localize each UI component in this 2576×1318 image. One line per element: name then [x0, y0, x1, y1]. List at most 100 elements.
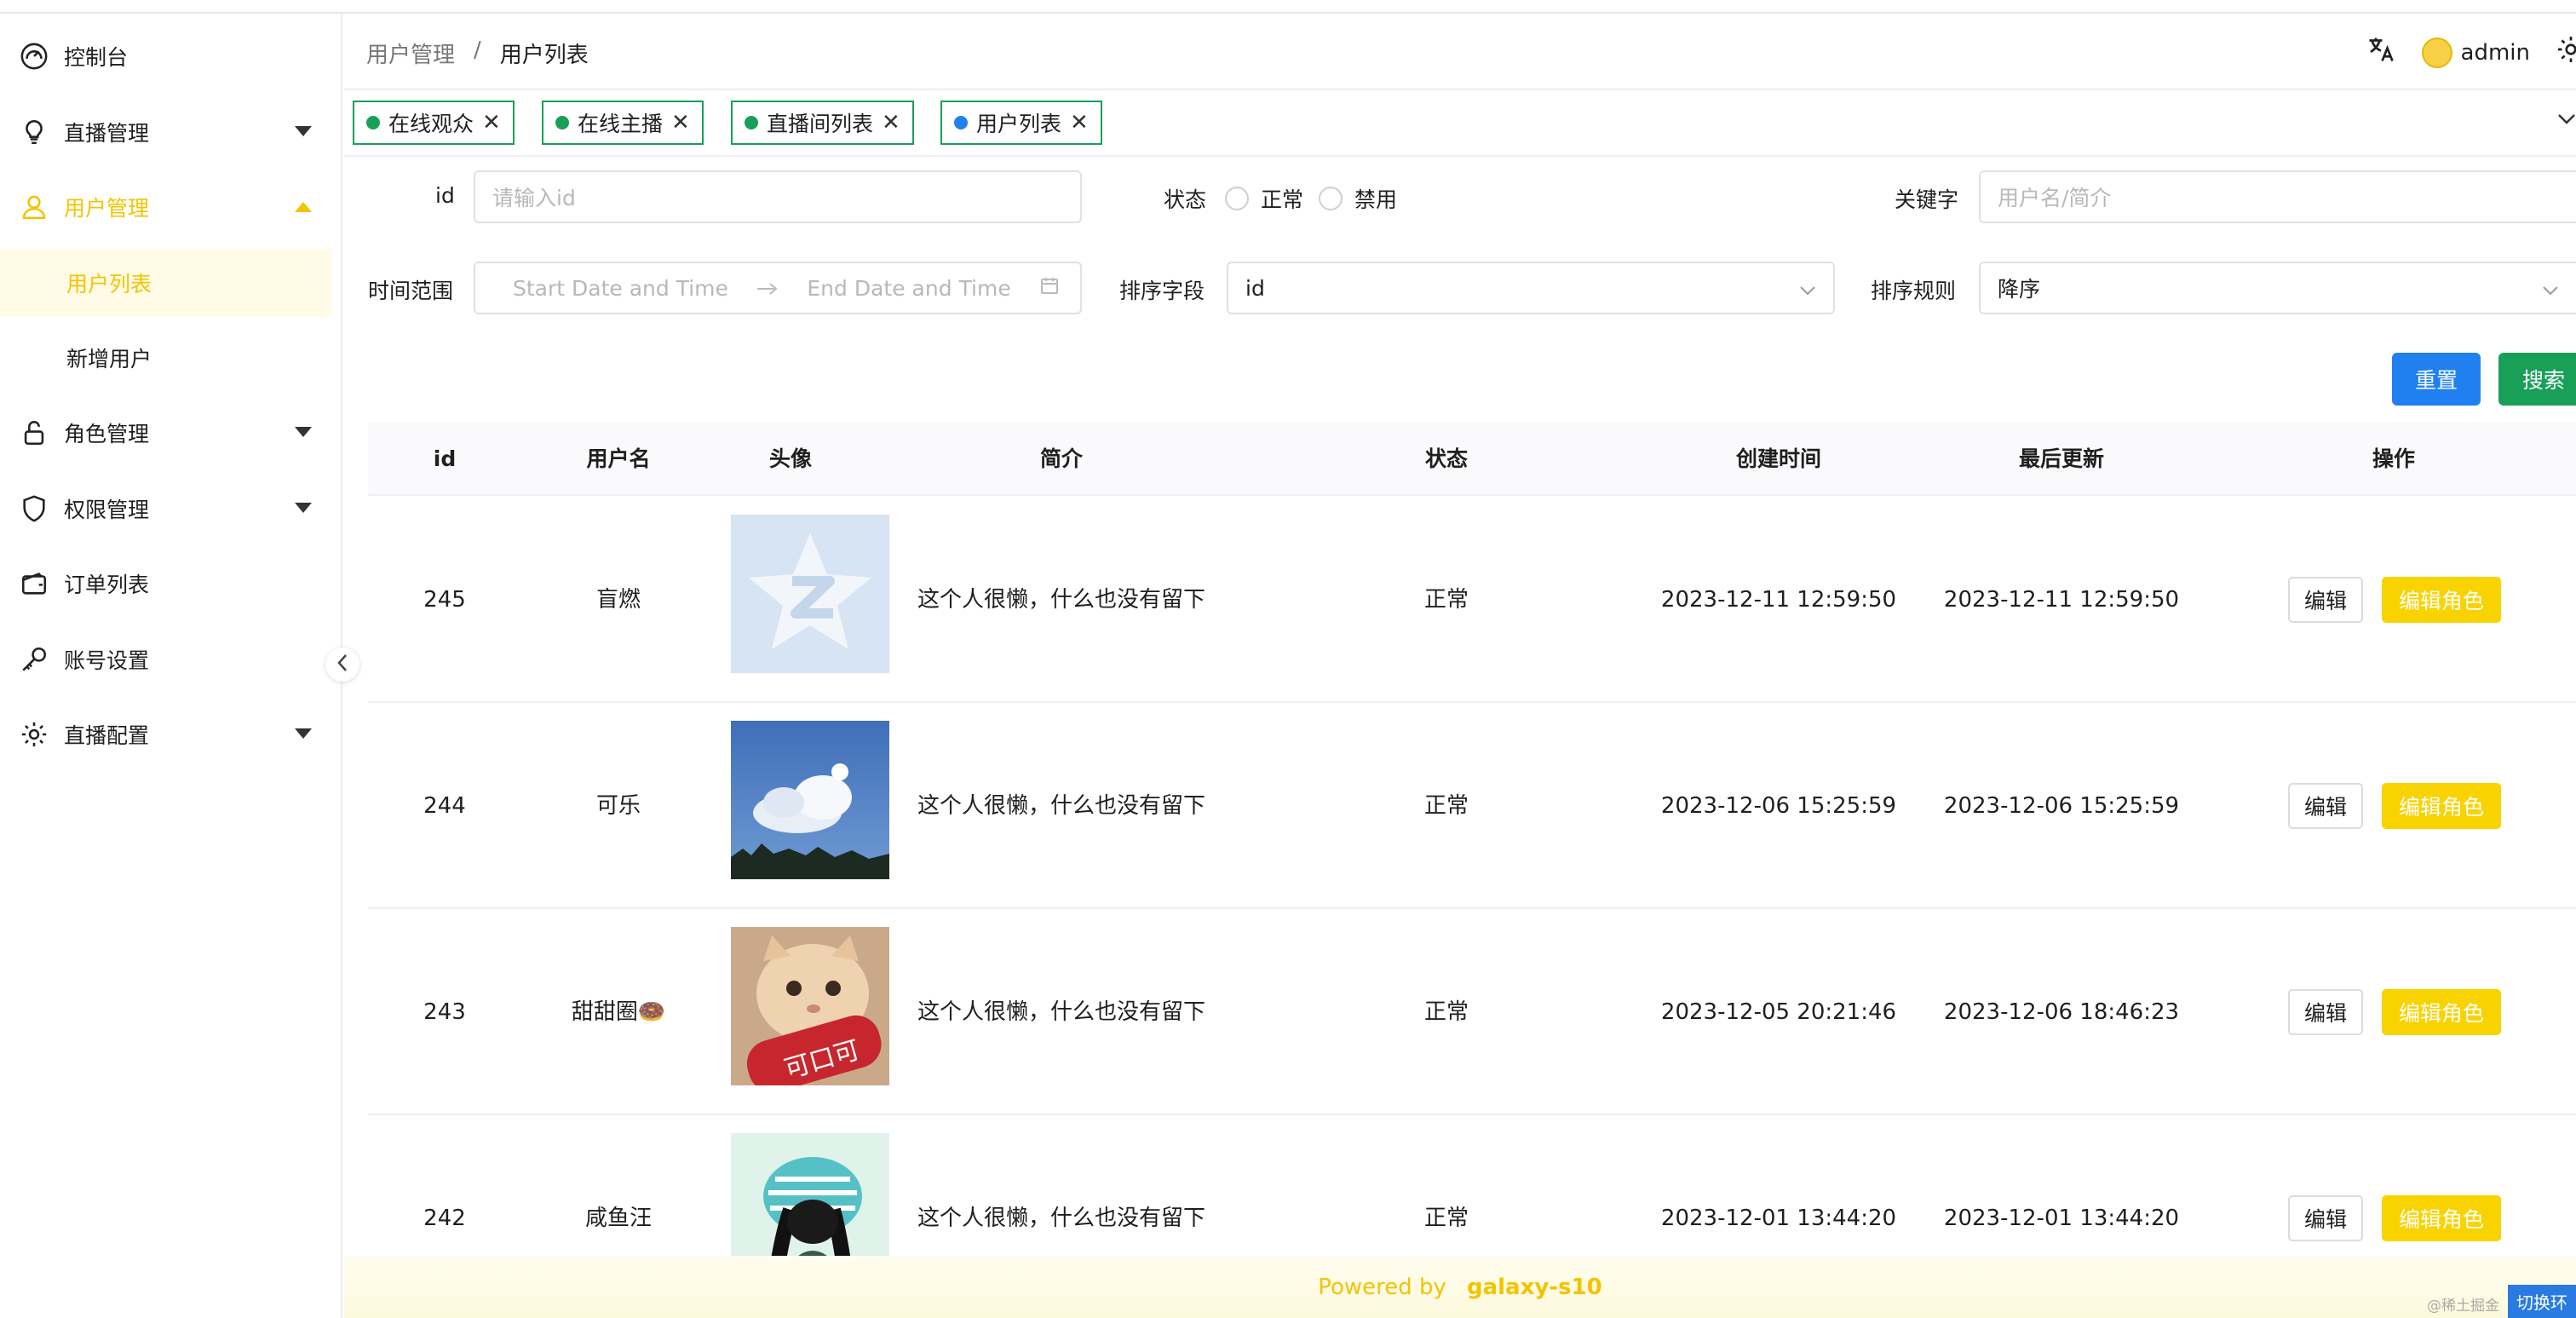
- edit-role-button[interactable]: 编辑角色: [2382, 989, 2501, 1035]
- translate-icon[interactable]: [2366, 34, 2396, 71]
- avatar: [2421, 37, 2452, 68]
- sidebar-subitem-user-list[interactable]: 用户列表: [0, 249, 332, 317]
- column-header-created: 创建时间: [1735, 446, 1822, 471]
- column-header-updated: 最后更新: [2018, 446, 2105, 471]
- caret-down-icon: [292, 121, 314, 143]
- start-date-placeholder[interactable]: Start Date and Time: [513, 276, 728, 301]
- watermark-text: @稀土掘金: [2427, 1298, 2499, 1315]
- breadcrumb-separator: /: [474, 37, 481, 63]
- sidebar-item-permission-management[interactable]: 权限管理: [0, 475, 332, 543]
- reset-button[interactable]: 重置: [2392, 353, 2481, 406]
- caret-up-icon: [292, 196, 314, 218]
- sidebar-subitem-add-user[interactable]: 新增用户: [0, 324, 332, 392]
- tabs-bar: 在线观众 ✕ 在线主播 ✕ 直播间列表 ✕ 用户列表 ✕: [344, 92, 2576, 157]
- status-dot: [954, 116, 968, 129]
- edit-role-button[interactable]: 编辑角色: [2382, 1195, 2501, 1241]
- settings-gear-icon[interactable]: [2556, 34, 2576, 71]
- sidebar-item-dashboard[interactable]: 控制台: [0, 22, 332, 90]
- id-input[interactable]: 请输入id: [474, 170, 1082, 223]
- sidebar-item-label: 角色管理: [64, 422, 150, 446]
- sidebar-item-role-management[interactable]: 角色管理: [0, 399, 332, 467]
- tab-online-viewers[interactable]: 在线观众 ✕: [353, 101, 515, 145]
- sort-field-label: 排序字段: [1119, 279, 1205, 303]
- edit-button[interactable]: 编辑: [2288, 989, 2363, 1035]
- sidebar-collapse-button[interactable]: [325, 647, 359, 682]
- chevron-down-icon: [2542, 276, 2559, 301]
- gear-icon: [17, 717, 51, 751]
- cell-updated: 2023-12-06 15:25:59: [1943, 793, 2180, 819]
- sidebar-item-label: 直播配置: [64, 723, 150, 748]
- chevron-left-icon: [336, 653, 348, 676]
- sidebar-item-label: 订单列表: [64, 573, 150, 597]
- sidebar-item-account-settings[interactable]: 账号设置: [0, 625, 332, 694]
- sidebar-item-order-list[interactable]: 订单列表: [0, 550, 332, 618]
- table-header: id 用户名 头像 简介 状态 创建时间 最后更新 操作: [368, 423, 2576, 496]
- table-row: 244 可乐 这个人很懒，什么也没有留下 正常 2023-12-06 15:25…: [368, 703, 2576, 909]
- breadcrumb-item[interactable]: 用户管理: [366, 37, 455, 69]
- lock-icon: [17, 416, 51, 450]
- keyword-input-placeholder: 用户名/简介: [1998, 186, 2112, 210]
- top-header: 用户管理 / 用户列表 admin: [344, 14, 2576, 90]
- search-button[interactable]: 搜索: [2498, 353, 2576, 406]
- cell-updated: 2023-12-11 12:59:50: [1943, 587, 2180, 613]
- chevron-down-icon[interactable]: [2557, 112, 2576, 129]
- cell-status: 正常: [1423, 999, 1469, 1025]
- column-header-username: 用户名: [586, 446, 651, 471]
- edit-role-button[interactable]: 编辑角色: [2382, 783, 2501, 829]
- column-header-avatar: 头像: [768, 446, 813, 471]
- footer-brand-link[interactable]: galaxy-s10: [1467, 1275, 1602, 1300]
- cell-created: 2023-12-05 20:21:46: [1660, 999, 1897, 1025]
- cell-id: 243: [423, 999, 466, 1025]
- cell-username: 甜甜圈🍩: [571, 999, 666, 1025]
- edit-button[interactable]: 编辑: [2288, 577, 2363, 623]
- sidebar: 控制台 直播管理 用户管理 用户列表 新增用户 角色管理 权限管理 订单列表 账…: [0, 14, 342, 1318]
- status-dot: [555, 116, 569, 129]
- sidebar-item-live-config[interactable]: 直播配置: [0, 700, 332, 768]
- id-input-placeholder: 请输入id: [492, 186, 576, 210]
- date-range-picker[interactable]: Start Date and Time End Date and Time: [474, 262, 1082, 314]
- cell-bio: 这个人很懒，什么也没有留下: [917, 999, 1206, 1025]
- tab-label: 直播间列表: [767, 112, 874, 136]
- cell-created: 2023-12-11 12:59:50: [1660, 587, 1897, 613]
- avatar-image: [731, 721, 889, 879]
- sidebar-item-live-management[interactable]: 直播管理: [0, 98, 332, 166]
- switch-env-button[interactable]: 切换环: [2508, 1285, 2576, 1318]
- column-header-bio: 简介: [1039, 446, 1084, 471]
- radio-label: 禁用: [1354, 187, 1398, 212]
- keyword-input[interactable]: 用户名/简介: [1979, 170, 2576, 223]
- cell-bio: 这个人很懒，什么也没有留下: [917, 793, 1206, 819]
- tab-user-list[interactable]: 用户列表 ✕: [940, 101, 1102, 145]
- end-date-placeholder[interactable]: End Date and Time: [807, 276, 1010, 301]
- cell-id: 244: [423, 793, 466, 819]
- caret-down-icon: [292, 498, 314, 520]
- sort-rule-select[interactable]: 降序: [1979, 262, 2576, 314]
- user-menu[interactable]: admin: [2421, 37, 2530, 68]
- column-header-id: id: [433, 446, 457, 471]
- cell-status: 正常: [1423, 793, 1469, 819]
- avatar-image: 可口可: [731, 927, 889, 1093]
- cell-username: 盲燃: [595, 587, 641, 613]
- cell-username: 可乐: [595, 793, 641, 819]
- sidebar-subitem-label: 新增用户: [66, 347, 152, 371]
- cell-created: 2023-12-06 15:25:59: [1660, 793, 1897, 819]
- time-range-label: 时间范围: [368, 279, 454, 303]
- status-dot: [366, 116, 380, 129]
- radio-circle: [1225, 187, 1249, 210]
- tab-live-room-list[interactable]: 直播间列表 ✕: [731, 101, 914, 145]
- cell-updated: 2023-12-06 18:46:23: [1943, 999, 2180, 1025]
- close-icon[interactable]: ✕: [482, 110, 501, 135]
- status-radio-disabled[interactable]: 禁用: [1319, 183, 1397, 214]
- close-icon[interactable]: ✕: [882, 110, 900, 135]
- calendar-icon: [1039, 275, 1060, 301]
- close-icon[interactable]: ✕: [671, 110, 690, 135]
- status-radio-normal[interactable]: 正常: [1225, 183, 1303, 214]
- close-icon[interactable]: ✕: [1070, 110, 1089, 135]
- tab-online-streamers[interactable]: 在线主播 ✕: [542, 101, 704, 145]
- edit-button[interactable]: 编辑: [2288, 783, 2363, 829]
- edit-button[interactable]: 编辑: [2288, 1195, 2363, 1241]
- cell-id: 245: [423, 587, 466, 613]
- sort-field-select[interactable]: id: [1227, 262, 1835, 314]
- sidebar-item-user-management[interactable]: 用户管理: [0, 173, 332, 241]
- id-filter-label: id: [435, 183, 455, 208]
- edit-role-button[interactable]: 编辑角色: [2382, 577, 2501, 623]
